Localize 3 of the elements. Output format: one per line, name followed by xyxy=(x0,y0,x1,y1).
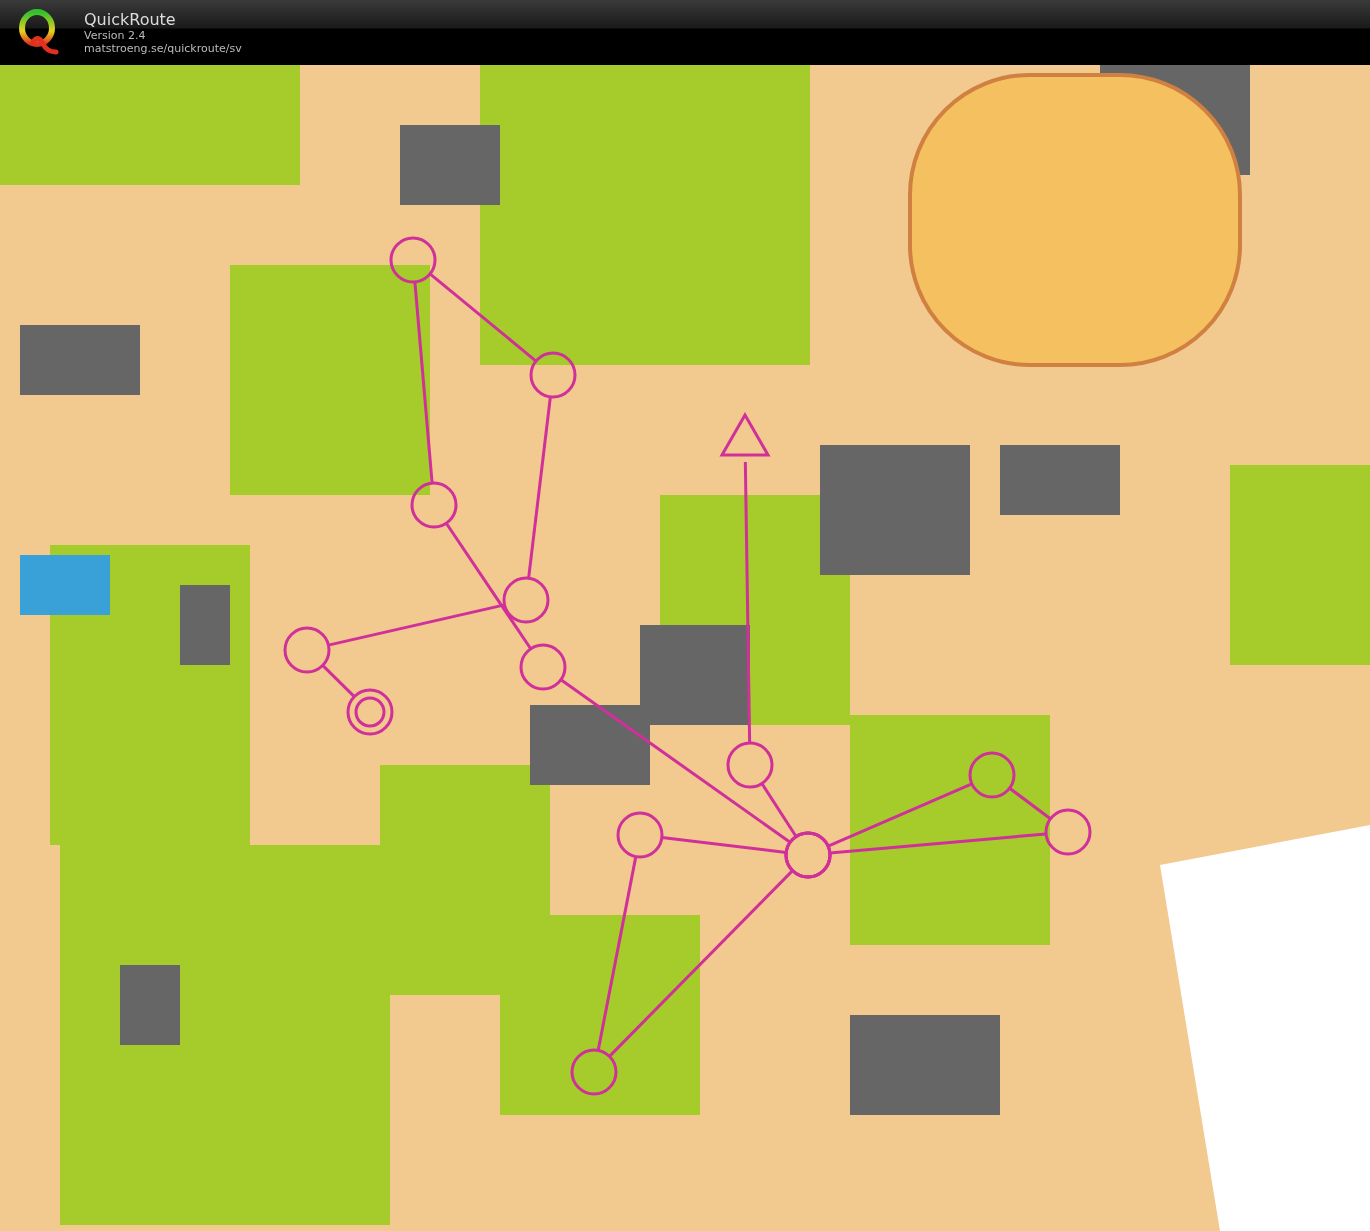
website-url: matstroeng.se/quickroute/sv xyxy=(84,42,242,56)
app-title: QuickRoute xyxy=(84,9,177,29)
version-text: Version 2.4 xyxy=(84,28,147,43)
